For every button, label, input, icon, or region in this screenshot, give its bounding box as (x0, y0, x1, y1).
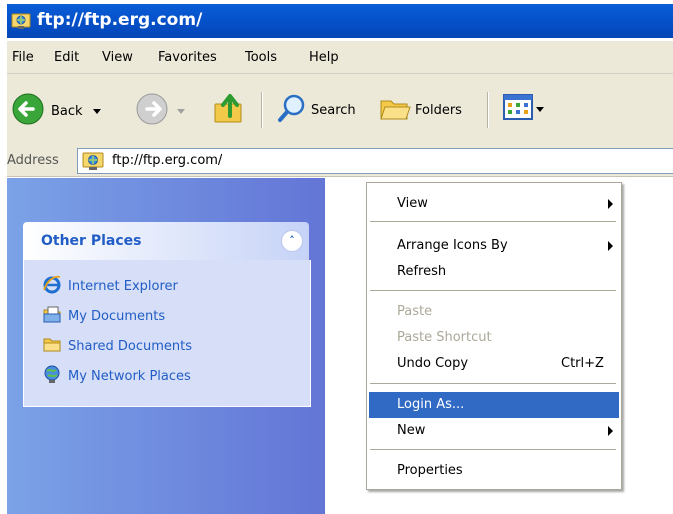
task-pane: Other Places ˄ Internet Explorer My Docu… (7, 178, 325, 514)
menu-edit[interactable]: Edit (54, 50, 79, 65)
shortcut-text: Ctrl+Z (561, 356, 604, 371)
submenu-arrow-icon (608, 241, 613, 251)
my-documents-icon (42, 304, 62, 328)
folders-icon (379, 93, 411, 127)
context-item-label: Paste (397, 304, 433, 319)
context-item-paste-shortcut: Paste Shortcut (369, 325, 619, 351)
place-shared-documents[interactable]: Shared Documents (42, 334, 192, 358)
window-title: ftp://ftp.erg.com/ (37, 10, 203, 30)
address-input[interactable]: ftp://ftp.erg.com/ (77, 148, 673, 174)
menu-separator (370, 449, 616, 450)
place-internet-explorer[interactable]: Internet Explorer (42, 274, 178, 298)
context-item-label: View (397, 196, 428, 211)
context-item-label: Arrange Icons By (397, 238, 508, 253)
ftp-folder-icon (82, 151, 104, 175)
back-button[interactable]: Back (11, 92, 101, 130)
views-dropdown-icon[interactable] (536, 102, 544, 117)
context-item-label: Login As... (397, 397, 465, 412)
menu-favorites[interactable]: Favorites (158, 50, 217, 65)
place-my-documents[interactable]: My Documents (42, 304, 165, 328)
views-grid-icon (503, 94, 533, 124)
context-item-view[interactable]: View (369, 191, 619, 217)
title-bar[interactable]: ftp://ftp.erg.com/ (7, 4, 673, 38)
context-item-label: New (397, 423, 426, 438)
address-label: Address (7, 153, 59, 168)
place-label: My Network Places (68, 368, 191, 384)
shared-folder-icon (42, 334, 62, 358)
views-button[interactable] (503, 94, 544, 124)
other-places-header[interactable]: Other Places ˄ (23, 222, 309, 260)
context-item-label: Refresh (397, 264, 447, 279)
ftp-folder-icon (11, 12, 31, 34)
up-folder-button[interactable] (212, 90, 246, 130)
place-label: Shared Documents (68, 338, 193, 354)
search-button[interactable]: Search (277, 93, 356, 127)
toolbar: Back Search Folders (7, 74, 673, 147)
other-places-list: Internet Explorer My Documents Shared Do… (23, 260, 311, 407)
back-arrow-icon (11, 92, 45, 130)
other-places-title: Other Places (41, 233, 142, 249)
search-label: Search (311, 102, 356, 118)
context-item-label: Undo Copy (397, 356, 469, 371)
address-value: ftp://ftp.erg.com/ (112, 153, 223, 168)
collapse-chevron-icon[interactable]: ˄ (281, 230, 303, 252)
magnifier-icon (277, 93, 307, 127)
folders-button[interactable]: Folders (379, 93, 462, 127)
context-menu: View Arrange Icons By Refresh Paste Past… (366, 182, 622, 490)
forward-dropdown-icon[interactable] (177, 104, 185, 119)
context-item-new[interactable]: New (369, 418, 619, 444)
place-label: My Documents (68, 308, 166, 324)
toolbar-separator (261, 92, 262, 128)
menu-help[interactable]: Help (309, 50, 339, 65)
menu-file[interactable]: File (12, 50, 34, 65)
submenu-arrow-icon (608, 199, 613, 209)
place-label: Internet Explorer (68, 278, 178, 294)
menu-separator (370, 383, 616, 384)
context-item-arrange-icons-by[interactable]: Arrange Icons By (369, 233, 619, 259)
explorer-window: ftp://ftp.erg.com/ File Edit View Favori… (7, 0, 673, 514)
context-item-undo-copy[interactable]: Undo Copy Ctrl+Z (369, 351, 619, 377)
context-item-properties[interactable]: Properties (369, 458, 619, 484)
menu-view[interactable]: View (102, 50, 133, 65)
submenu-arrow-icon (608, 426, 613, 436)
menu-bar: File Edit View Favorites Tools Help (7, 41, 673, 74)
forward-button[interactable] (135, 92, 185, 130)
place-my-network-places[interactable]: My Network Places (42, 364, 191, 388)
context-item-paste: Paste (369, 299, 619, 325)
context-item-label: Properties (397, 463, 463, 478)
context-item-login-as[interactable]: Login As... (369, 392, 619, 418)
toolbar-separator (487, 92, 488, 128)
context-item-refresh[interactable]: Refresh (369, 259, 619, 285)
internet-explorer-icon (42, 274, 62, 298)
menu-separator (370, 290, 616, 291)
back-label: Back (51, 103, 83, 119)
address-bar: Address ftp://ftp.erg.com/ (7, 146, 673, 177)
forward-arrow-icon (135, 92, 169, 130)
folders-label: Folders (415, 102, 462, 118)
back-dropdown-icon[interactable] (92, 104, 101, 119)
context-item-label: Paste Shortcut (397, 330, 492, 345)
menu-separator (370, 221, 616, 222)
menu-tools[interactable]: Tools (245, 50, 277, 65)
up-folder-icon (212, 90, 246, 130)
network-globe-icon (42, 364, 62, 388)
